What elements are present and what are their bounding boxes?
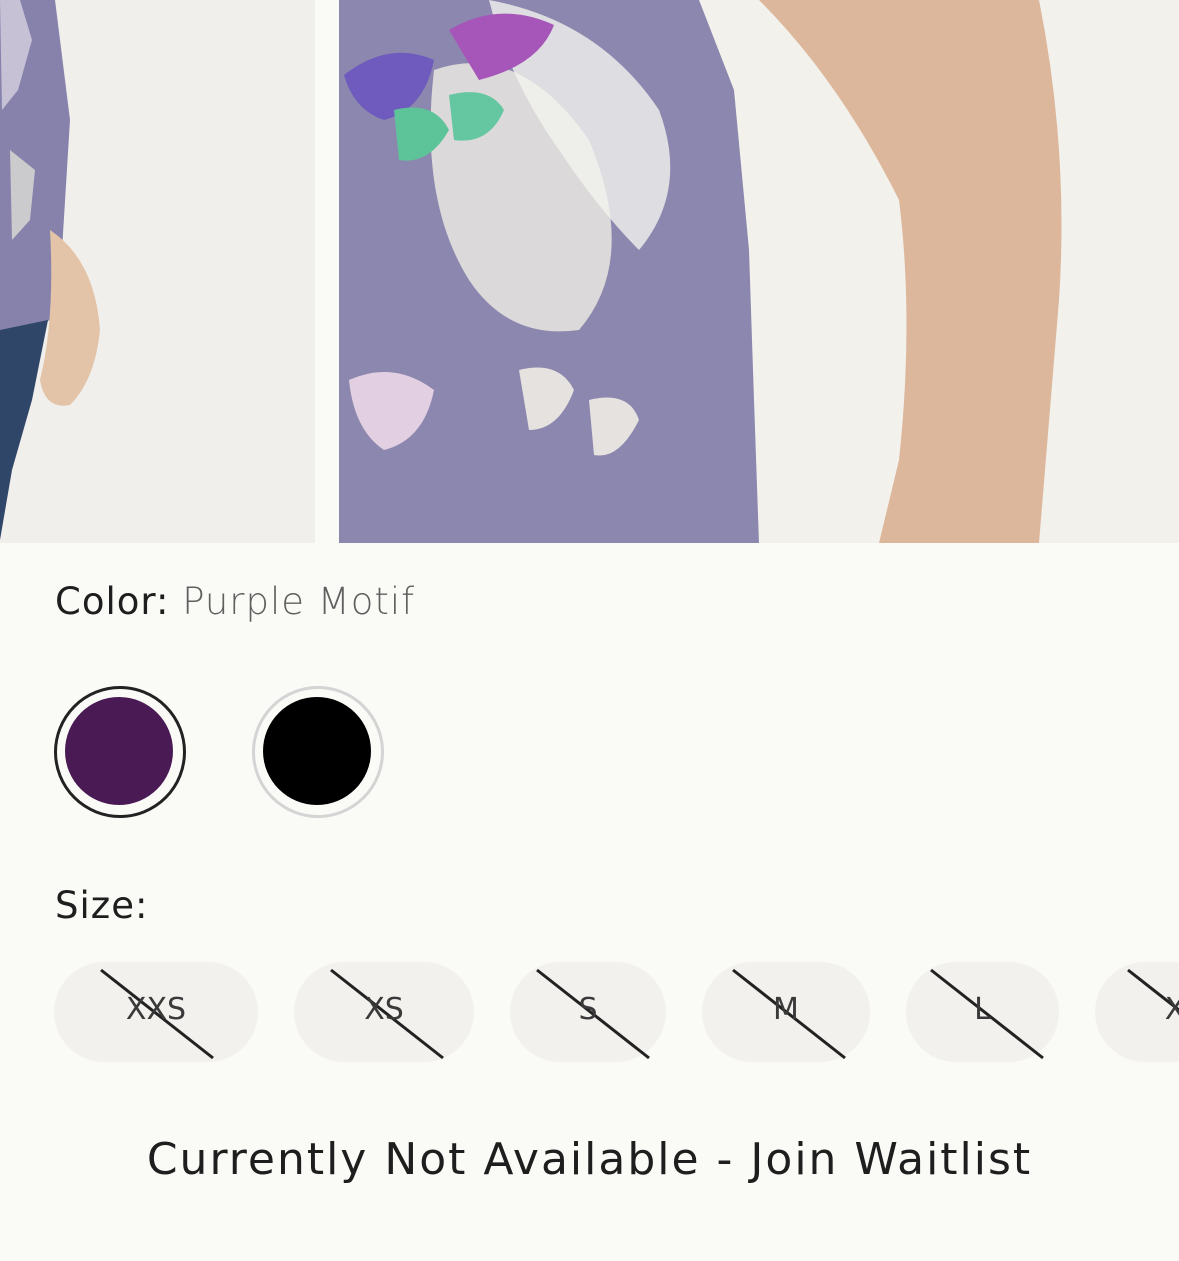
- size-option-label: X: [1164, 992, 1179, 1027]
- join-waitlist-button[interactable]: Currently Not Available - Join Waitlist: [0, 1134, 1179, 1185]
- product-photo-previous[interactable]: [0, 0, 315, 543]
- color-swatch-black[interactable]: [252, 686, 384, 818]
- color-label: Color:: [55, 580, 170, 623]
- purple-color-dot: [65, 697, 173, 805]
- size-option-m[interactable]: M: [702, 962, 870, 1062]
- size-option-label: XS: [364, 992, 404, 1027]
- size-option-x[interactable]: X: [1095, 962, 1179, 1062]
- color-selection-label: Color: Purple Motif: [55, 580, 415, 623]
- color-swatch-purple[interactable]: [54, 686, 186, 818]
- size-option-l[interactable]: L: [906, 962, 1059, 1062]
- size-option-xxs[interactable]: XXS: [54, 962, 258, 1062]
- size-option-label: S: [578, 992, 598, 1027]
- product-photo-current[interactable]: [339, 0, 1179, 543]
- product-options-page: Color: Purple Motif Size: XXS XS S M L X…: [0, 0, 1179, 1261]
- size-option-label: M: [773, 992, 799, 1027]
- black-color-dot: [263, 697, 371, 805]
- size-option-label: XXS: [125, 992, 187, 1027]
- size-option-s[interactable]: S: [510, 962, 666, 1062]
- selected-color-name: Purple Motif: [182, 580, 416, 623]
- size-option-label: L: [974, 992, 991, 1027]
- image-carousel[interactable]: [0, 0, 1179, 543]
- size-label: Size:: [55, 884, 149, 927]
- size-options: XXS XS S M L X: [0, 962, 1179, 1062]
- size-option-xs[interactable]: XS: [294, 962, 474, 1062]
